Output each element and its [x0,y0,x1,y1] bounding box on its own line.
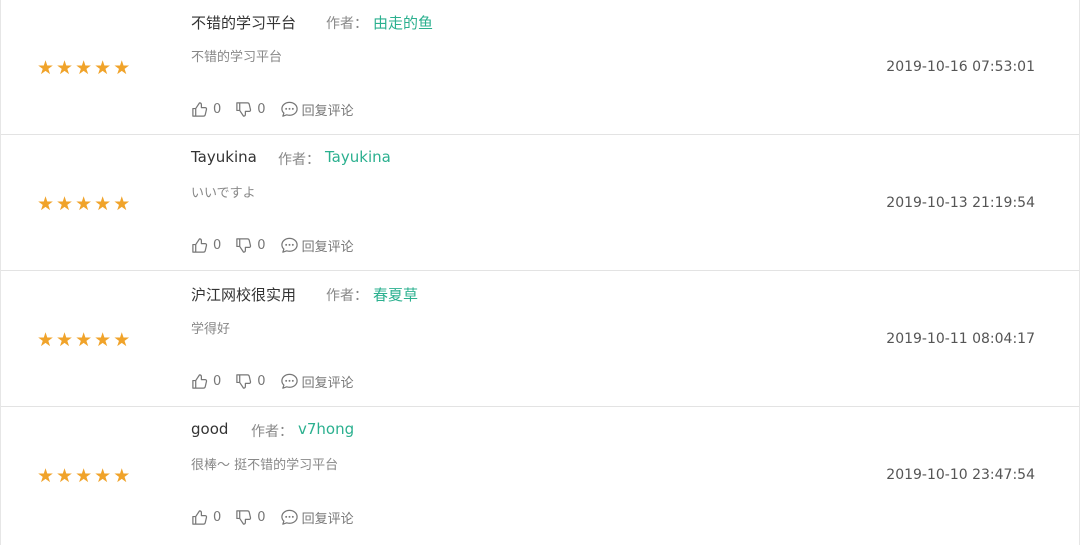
author-label: 作者： [278,152,320,168]
thumbs-down-icon [236,102,252,117]
star-rating: ★ ★ ★ ★ ★ [37,194,130,214]
thumbs-down-icon [236,374,252,389]
star-icon: ★ [37,57,55,79]
dislike-button[interactable]: 0 [235,509,266,526]
comment-bubble-icon [280,237,298,253]
dislike-count: 0 [257,374,266,389]
star-icon: ★ [113,57,131,79]
star-icon: ★ [75,57,93,79]
star-icon: ★ [94,193,112,215]
star-icon: ★ [113,193,131,215]
review-content: 很棒～ 挺不错的学习平台 [191,458,339,473]
author-link[interactable]: 由走的鱼 [373,12,433,33]
star-icon: ★ [37,193,55,215]
reply-button[interactable]: 回复评论 [280,508,354,527]
review-content: 学得好 [191,322,231,337]
review-date: 2019-10-10 23:47:54 [886,467,1035,483]
author-label: 作者： [326,16,368,32]
thumbs-up-icon [192,238,208,253]
thumbs-down-icon [236,510,252,525]
review-item: ★ ★ ★ ★ ★ 沪江网校很实用 作者： 春夏草 学得好 2019-10-11… [1,272,1079,407]
like-button[interactable]: 0 [191,509,221,526]
review-date: 2019-10-11 08:04:17 [886,331,1035,347]
star-icon: ★ [94,57,112,79]
star-rating: ★ ★ ★ ★ ★ [37,330,130,350]
review-actions: 0 0 回复评论 [191,508,368,527]
dislike-count: 0 [257,102,266,117]
star-icon: ★ [37,329,55,351]
review-content: 不错的学习平台 [191,50,283,65]
review-actions: 0 0 回复评论 [191,100,368,119]
review-title: Tayukina [191,148,257,166]
reply-label: 回复评论 [301,104,354,119]
star-rating: ★ ★ ★ ★ ★ [37,58,130,78]
thumbs-down-icon [236,238,252,253]
star-icon: ★ [94,465,112,487]
thumbs-up-icon [192,374,208,389]
dislike-button[interactable]: 0 [235,101,266,118]
star-icon: ★ [113,465,131,487]
dislike-count: 0 [257,238,266,253]
author-link[interactable]: 春夏草 [373,284,418,305]
star-icon: ★ [37,465,55,487]
thumbs-up-icon [192,510,208,525]
star-icon: ★ [113,329,131,351]
review-content: いいですよ [191,186,256,201]
reply-button[interactable]: 回复评论 [280,100,354,119]
star-icon: ★ [56,57,74,79]
review-date: 2019-10-16 07:53:01 [886,59,1035,75]
like-button[interactable]: 0 [191,101,221,118]
review-title: good [191,420,229,438]
review-item: ★ ★ ★ ★ ★ good 作者： v7hong 很棒～ 挺不错的学习平台 2… [1,408,1079,543]
author-label: 作者： [251,424,293,440]
like-button[interactable]: 0 [191,237,221,254]
comment-bubble-icon [280,101,298,117]
star-icon: ★ [75,329,93,351]
comment-bubble-icon [280,509,298,525]
dislike-count: 0 [257,510,266,525]
author-link[interactable]: v7hong [298,420,354,438]
reply-label: 回复评论 [301,376,354,391]
star-icon: ★ [56,193,74,215]
star-icon: ★ [56,465,74,487]
like-count: 0 [213,238,222,253]
review-item: ★ ★ ★ ★ ★ Tayukina 作者： Tayukina いいですよ 20… [1,136,1079,271]
dislike-button[interactable]: 0 [235,373,266,390]
review-title: 沪江网校很实用 [191,286,297,304]
author-label: 作者： [326,288,368,304]
star-rating: ★ ★ ★ ★ ★ [37,466,130,486]
like-count: 0 [213,374,222,389]
like-count: 0 [213,510,222,525]
reply-label: 回复评论 [301,240,354,255]
author-link[interactable]: Tayukina [325,148,391,166]
review-date: 2019-10-13 21:19:54 [886,195,1035,211]
reply-button[interactable]: 回复评论 [280,372,354,391]
star-icon: ★ [56,329,74,351]
like-button[interactable]: 0 [191,373,221,390]
thumbs-up-icon [192,102,208,117]
review-actions: 0 0 回复评论 [191,236,368,255]
dislike-button[interactable]: 0 [235,237,266,254]
review-list: ★ ★ ★ ★ ★ 不错的学习平台 作者： 由走的鱼 不错的学习平台 2019-… [0,0,1080,545]
like-count: 0 [213,102,222,117]
star-icon: ★ [75,193,93,215]
review-title: 不错的学习平台 [191,14,297,32]
reply-label: 回复评论 [301,512,354,527]
review-actions: 0 0 回复评论 [191,372,368,391]
reply-button[interactable]: 回复评论 [280,236,354,255]
star-icon: ★ [94,329,112,351]
comment-bubble-icon [280,373,298,389]
star-icon: ★ [75,465,93,487]
review-item: ★ ★ ★ ★ ★ 不错的学习平台 作者： 由走的鱼 不错的学习平台 2019-… [1,0,1079,135]
